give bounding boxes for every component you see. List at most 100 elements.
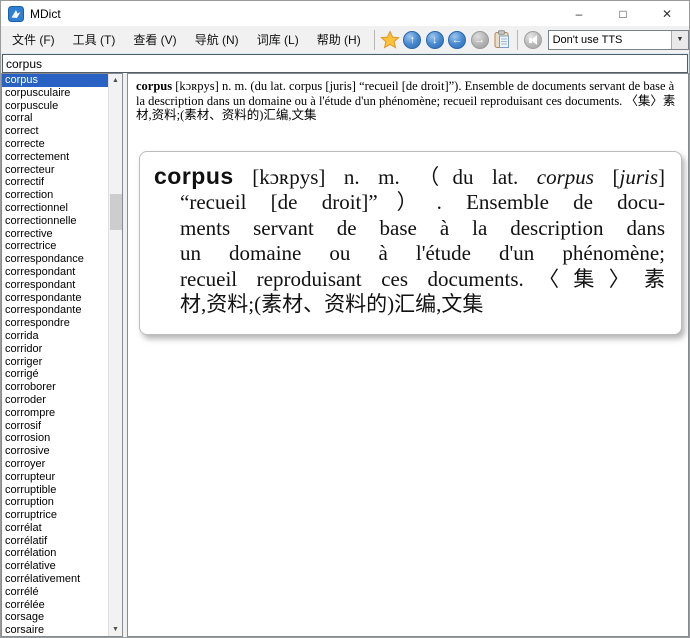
word-list-item[interactable]: corsage	[2, 611, 108, 624]
search-input[interactable]	[2, 54, 688, 73]
word-list-item[interactable]: corroyer	[2, 458, 108, 471]
speak-button[interactable]	[523, 29, 543, 51]
word-list-item[interactable]: correspondance	[2, 253, 108, 266]
word-list-item[interactable]: correcteur	[2, 164, 108, 177]
word-list-item[interactable]: corpusculaire	[2, 87, 108, 100]
maximize-button[interactable]: □	[601, 1, 645, 26]
text-segment: corpus	[154, 163, 234, 189]
clipboard-icon	[493, 30, 511, 49]
tts-select[interactable]: Don't use TTS ▼	[548, 30, 689, 50]
word-list-item[interactable]: corrélatif	[2, 535, 108, 548]
word-list-item[interactable]: corrélat	[2, 522, 108, 535]
previous-word-button[interactable]: ↑	[402, 29, 422, 51]
word-list-item[interactable]: corrigé	[2, 368, 108, 381]
word-list-item[interactable]: corruption	[2, 496, 108, 509]
body: corpuscorpusculairecorpusculecorralcorre…	[1, 73, 689, 637]
word-list-item[interactable]: corrosion	[2, 432, 108, 445]
word-list-item[interactable]: corridor	[2, 343, 108, 356]
scrollbar-thumb[interactable]	[110, 194, 122, 230]
minimize-button[interactable]: –	[557, 1, 601, 26]
word-list-item[interactable]: corruptible	[2, 484, 108, 497]
mdict-window: MDict – □ ✕ 文件 (F)工具 (T)查看 (V)导航 (N)词库 (…	[0, 0, 690, 638]
toolbar-separator	[517, 30, 518, 50]
search-bar	[1, 53, 689, 73]
menu-item[interactable]: 查看 (V)	[124, 26, 185, 53]
sidebar: corpuscorpusculairecorpusculecorralcorre…	[1, 73, 123, 637]
arrow-down-icon: ↓	[426, 31, 444, 49]
text-segment: corpus	[537, 165, 594, 189]
arrow-up-icon: ↑	[403, 31, 421, 49]
app-icon	[8, 6, 24, 22]
word-list-item[interactable]: correctionnelle	[2, 215, 108, 228]
word-list-item[interactable]: corpus	[2, 74, 108, 87]
text-segment: juris	[619, 165, 658, 189]
word-list-item[interactable]: correspondante	[2, 304, 108, 317]
window-title: MDict	[30, 7, 61, 21]
menu-item[interactable]: 导航 (N)	[186, 26, 248, 53]
arrow-left-icon: ←	[448, 31, 466, 49]
chevron-down-icon[interactable]: ▼	[671, 31, 688, 49]
word-list-item[interactable]: correcte	[2, 138, 108, 151]
menu-item[interactable]: 帮助 (H)	[308, 26, 370, 53]
word-list-item[interactable]: correspondant	[2, 279, 108, 292]
scan-image-box: corpus [kɔʀpys] n. m. （du lat. corpus [j…	[139, 151, 682, 335]
word-list-item[interactable]: correctrice	[2, 240, 108, 253]
word-list-item[interactable]: corrélé	[2, 586, 108, 599]
toolbar-separator	[374, 30, 375, 50]
word-list-item[interactable]: corrélée	[2, 599, 108, 612]
word-list-item[interactable]: corrosif	[2, 420, 108, 433]
paste-lookup-button[interactable]	[492, 29, 512, 51]
menu-item[interactable]: 词库 (L)	[248, 26, 308, 53]
word-list-item[interactable]: correctionnel	[2, 202, 108, 215]
scroll-up-icon[interactable]: ▲	[109, 74, 122, 87]
star-icon	[380, 30, 400, 50]
definition-text: corpus [kɔʀpys] n. m. (du lat. corpus [j…	[136, 79, 680, 123]
forward-button[interactable]: →	[469, 29, 489, 51]
word-list-item[interactable]: corroder	[2, 394, 108, 407]
menu-item[interactable]: 工具 (T)	[64, 26, 125, 53]
back-button[interactable]: ←	[447, 29, 467, 51]
word-list-item[interactable]: corrélation	[2, 547, 108, 560]
word-list-item[interactable]: corrosive	[2, 445, 108, 458]
word-list-item[interactable]: correctif	[2, 176, 108, 189]
word-list-item[interactable]: corrida	[2, 330, 108, 343]
word-list-item[interactable]: corpuscule	[2, 100, 108, 113]
close-button[interactable]: ✕	[645, 1, 689, 26]
titlebar: MDict – □ ✕	[1, 1, 689, 26]
menu-toolbar: 文件 (F)工具 (T)查看 (V)导航 (N)词库 (L)帮助 (H) ↑ ↓…	[1, 26, 689, 53]
word-list-item[interactable]: correspondante	[2, 292, 108, 305]
definition-panel: corpus [kɔʀpys] n. m. (du lat. corpus [j…	[127, 73, 689, 637]
word-list-item[interactable]: correspondant	[2, 266, 108, 279]
text-segment: ]	[658, 165, 665, 189]
scan-line: recueil reproduisant ces documents.〈集〉素	[154, 267, 665, 293]
word-list-item[interactable]: corrupteur	[2, 471, 108, 484]
next-word-button[interactable]: ↓	[425, 29, 445, 51]
favorites-button[interactable]	[380, 29, 400, 51]
word-list-item[interactable]: correction	[2, 189, 108, 202]
word-list-item[interactable]: corriger	[2, 356, 108, 369]
word-list-item[interactable]: corrompre	[2, 407, 108, 420]
word-list-item[interactable]: corsaire	[2, 624, 108, 636]
speaker-icon	[524, 31, 542, 49]
scan-line: corpus [kɔʀpys] n. m. （du lat. corpus [j…	[154, 164, 665, 191]
word-list-scrollbar[interactable]: ▲ ▼	[108, 74, 122, 636]
scan-line: “recueil [de droit]”）. Ensemble de docu-	[154, 190, 665, 216]
menu-items: 文件 (F)工具 (T)查看 (V)导航 (N)词库 (L)帮助 (H)	[3, 26, 370, 53]
word-list-item[interactable]: corruptrice	[2, 509, 108, 522]
window-controls: – □ ✕	[557, 1, 689, 26]
word-list-item[interactable]: corroborer	[2, 381, 108, 394]
text-segment: [	[594, 165, 620, 189]
word-list-item[interactable]: corral	[2, 112, 108, 125]
definition-body: [kɔʀpys] n. m. (du lat. corpus [juris] “…	[136, 79, 675, 122]
word-list-item[interactable]: correct	[2, 125, 108, 138]
tts-selected-value: Don't use TTS	[549, 34, 671, 46]
word-list: corpuscorpusculairecorpusculecorralcorre…	[2, 74, 108, 636]
scroll-down-icon[interactable]: ▼	[109, 623, 122, 636]
word-list-item[interactable]: corrélativement	[2, 573, 108, 586]
word-list-item[interactable]: correctement	[2, 151, 108, 164]
scan-lines: “recueil [de droit]”）. Ensemble de docu-…	[154, 190, 665, 318]
word-list-item[interactable]: corrélative	[2, 560, 108, 573]
menu-item[interactable]: 文件 (F)	[3, 26, 64, 53]
word-list-item[interactable]: correspondre	[2, 317, 108, 330]
word-list-item[interactable]: corrective	[2, 228, 108, 241]
